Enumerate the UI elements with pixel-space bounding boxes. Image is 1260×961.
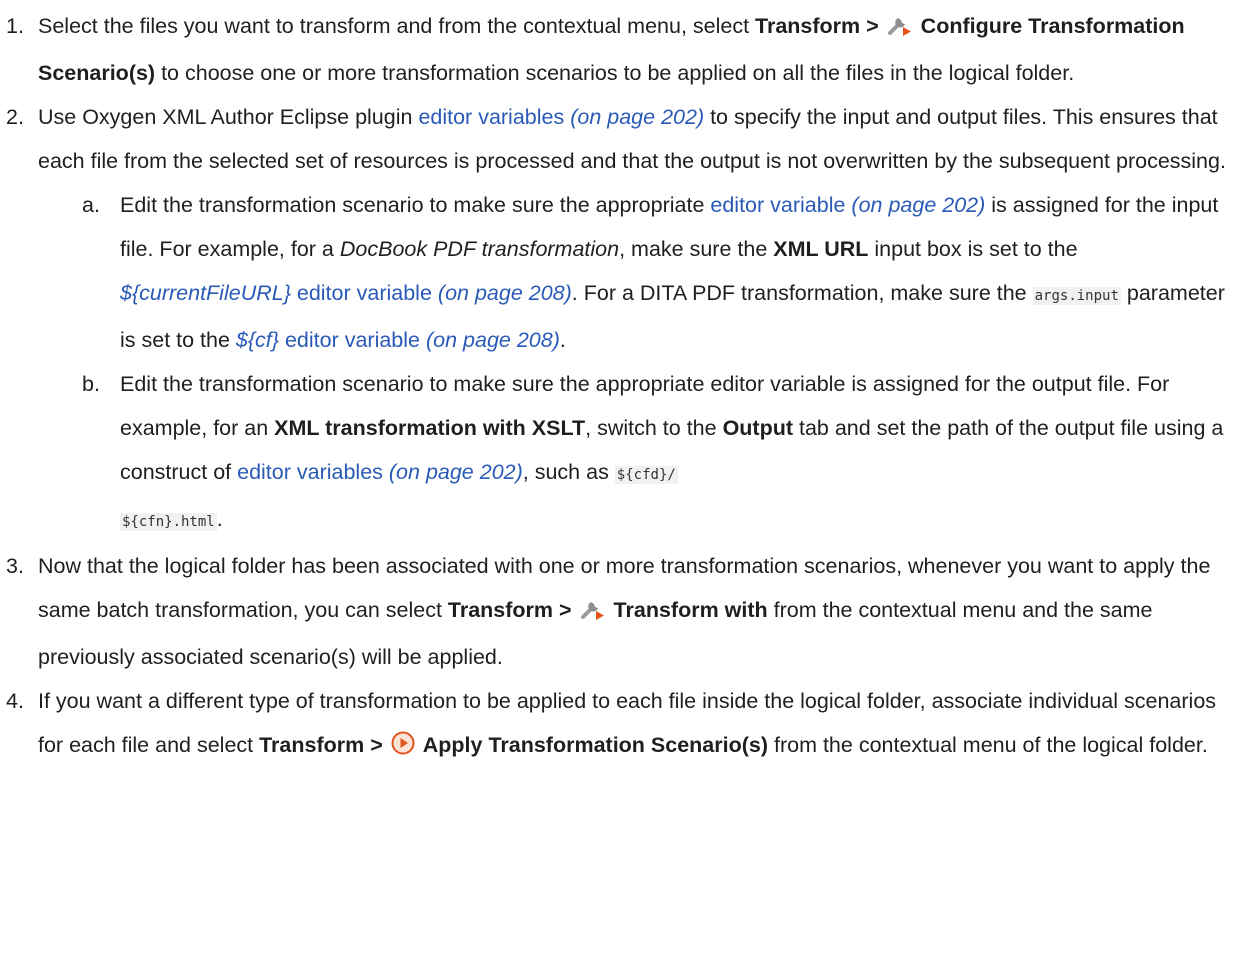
page-reference[interactable]: (on page 202) — [851, 193, 985, 217]
step-text: . For a DITA PDF transformation, make su… — [571, 281, 1033, 305]
cf-variable-link[interactable]: ${cf} — [236, 328, 279, 352]
editor-variable-link[interactable]: editor variable — [291, 281, 432, 305]
step-text: . — [216, 507, 223, 531]
menu-apply-transformation: Apply Transformation Scenario(s) — [422, 733, 769, 757]
substep-a: a. Edit the transformation scenario to m… — [82, 183, 1260, 362]
menu-transform: Transform > — [259, 733, 383, 757]
docbook-pdf-term: DocBook PDF transformation — [339, 237, 620, 261]
step-text: Select the files you want to transform a… — [38, 14, 756, 38]
step-4: 4. If you want a different type of trans… — [0, 679, 1260, 770]
step-text: Edit the transformation scenario to make… — [120, 193, 711, 217]
play-circle-icon — [391, 726, 415, 770]
step-text: , switch to the — [585, 416, 723, 440]
page-reference[interactable]: (on page 208) — [438, 281, 572, 305]
step-number: 4. — [6, 689, 24, 713]
menu-transform-with: Transform with — [613, 598, 768, 622]
wrench-arrow-icon — [887, 7, 913, 51]
page-reference[interactable]: (on page 202) — [389, 460, 523, 484]
editor-variable-link[interactable]: editor variable — [710, 193, 845, 217]
substep-b: b. Edit the transformation scenario to m… — [82, 362, 1260, 544]
step-text: input box is set to the — [868, 237, 1078, 261]
output-tab-label: Output — [722, 416, 794, 440]
step-text: , make sure the — [619, 237, 774, 261]
step-number: 3. — [6, 554, 24, 578]
step-3: 3. Now that the logical folder has been … — [0, 544, 1260, 679]
step-text: from the contextual menu of the logical … — [768, 733, 1208, 757]
args-input-code: args.input — [1032, 287, 1121, 305]
page-reference[interactable]: (on page 202) — [570, 105, 704, 129]
wrench-arrow-icon — [580, 591, 606, 635]
menu-transform: Transform > — [755, 14, 879, 38]
xml-url-label: XML URL — [773, 237, 869, 261]
step-number: 1. — [6, 14, 24, 38]
menu-transform: Transform > — [447, 598, 572, 622]
step-2: 2. Use Oxygen XML Author Eclipse plugin … — [0, 95, 1260, 183]
procedure-steps: 1. Select the files you want to transfor… — [0, 4, 1260, 770]
editor-variables-link[interactable]: editor variables — [418, 105, 564, 129]
editor-variable-link[interactable]: editor variable — [279, 328, 420, 352]
step-text: to choose one or more transformation sce… — [155, 61, 1075, 85]
substep-number: a. — [82, 193, 100, 217]
cfd-code: ${cfd}/ — [614, 466, 678, 484]
cfn-html-code: ${cfn}.html — [120, 513, 217, 531]
step-text: , such as — [522, 460, 615, 484]
step-text: Use Oxygen XML Author Eclipse plugin — [38, 105, 419, 129]
page-reference[interactable]: (on page 208) — [426, 328, 560, 352]
step-1: 1. Select the files you want to transfor… — [0, 4, 1260, 95]
step-number: 2. — [6, 105, 24, 129]
editor-variables-link[interactable]: editor variables — [237, 460, 383, 484]
step-text: . — [559, 328, 566, 352]
xml-transformation-xslt-term: XML transformation with XSLT — [274, 416, 586, 440]
substep-number: b. — [82, 372, 100, 396]
current-file-url-variable-link[interactable]: ${currentFileURL} — [120, 281, 291, 305]
